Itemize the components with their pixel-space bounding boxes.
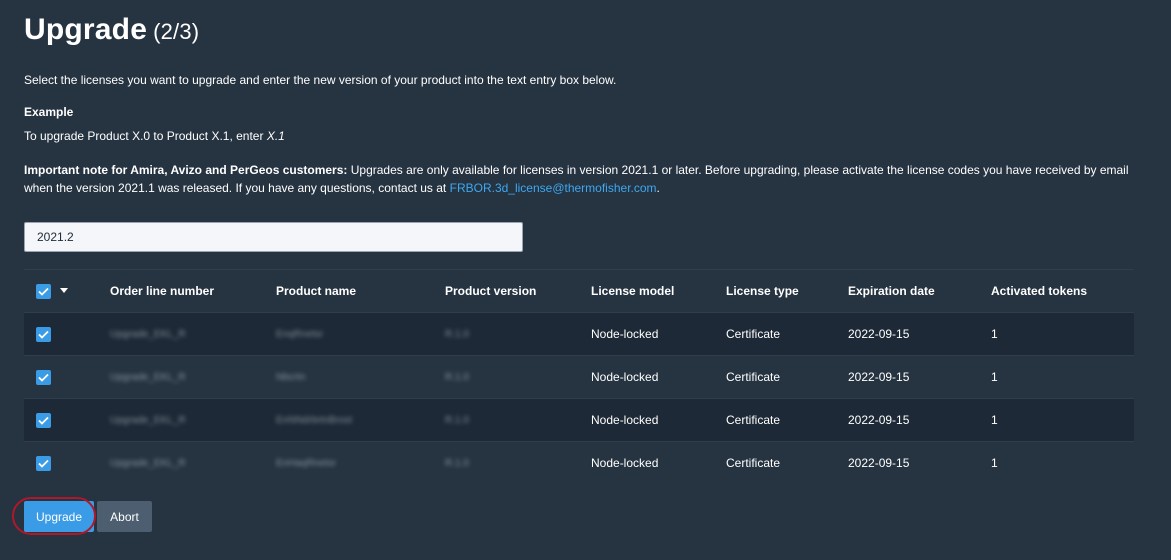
checkmark-icon [38,459,49,468]
checkmark-icon [38,373,49,382]
important-note-label: Important note for Amira, Avizo and PerG… [24,163,348,177]
license-type: Certificate [726,413,781,427]
order-line-number: Upgrade_EKL_R [110,415,186,426]
example-heading: Example [24,105,74,119]
column-header-product-version[interactable]: Product version [445,270,536,313]
expiration-date: 2022-09-15 [848,456,910,470]
important-note-end: . [656,181,660,195]
checkmark-icon [38,416,49,425]
product-name: EnqRnetsr [276,329,324,340]
activated-tokens: 1 [991,327,998,341]
important-note: Important note for Amira, Avizo and PerG… [24,161,1135,197]
row-checkbox[interactable] [36,370,51,385]
product-version: R.1.0 [445,458,469,469]
order-line-number: Upgrade_EKL_R [110,372,186,383]
page-title-text: Upgrade [24,13,148,46]
column-header-order-line[interactable]: Order line number [110,270,214,313]
product-name: EnHaqRnetsr [276,458,337,469]
example-value: X.1 [266,129,285,143]
license-type: Certificate [726,370,781,384]
table-header-row: Order line number Product name Product v… [24,269,1134,312]
product-name: EnNNdrbrtnBrost [276,415,353,426]
row-checkbox[interactable] [36,456,51,471]
table-row[interactable]: Upgrade_EKL_R Nbcrtn R.1.0 Node-locked C… [24,355,1134,398]
checkmark-icon [38,330,49,339]
step-indicator: (2/3) [153,19,200,44]
column-header-product-name[interactable]: Product name [276,270,356,313]
row-checkbox[interactable] [36,327,51,342]
table-row[interactable]: Upgrade_EKL_R EnNNdrbrtnBrost R.1.0 Node… [24,398,1134,441]
order-line-number: Upgrade_EKL_R [110,329,186,340]
license-type: Certificate [726,456,781,470]
expiration-date: 2022-09-15 [848,370,910,384]
order-line-number: Upgrade_EKL_R [110,458,186,469]
upgrade-page: Upgrade (2/3) Select the licenses you wan… [0,0,1171,560]
upgrade-button[interactable]: Upgrade [24,501,94,532]
table-row[interactable]: Upgrade_EKL_R EnHaqRnetsr R.1.0 Node-loc… [24,441,1134,484]
column-header-license-model[interactable]: License model [591,270,674,313]
product-version: R.1.0 [445,372,469,383]
license-type: Certificate [726,327,781,341]
example-text: To upgrade Product X.0 to Product X.1, e… [24,127,285,145]
support-email-link[interactable]: FRBOR.3d_license@thermofisher.com [450,181,657,195]
product-version: R.1.0 [445,415,469,426]
row-checkbox[interactable] [36,413,51,428]
license-model: Node-locked [591,413,659,427]
column-header-expiration-date[interactable]: Expiration date [848,270,935,313]
select-all-checkbox[interactable] [36,284,51,299]
version-input[interactable] [24,222,523,252]
license-model: Node-locked [591,327,659,341]
activated-tokens: 1 [991,370,998,384]
checkmark-icon [38,287,49,296]
expiration-date: 2022-09-15 [848,413,910,427]
activated-tokens: 1 [991,456,998,470]
select-all-control[interactable] [36,270,76,313]
product-name: Nbcrtn [276,372,306,383]
intro-text: Select the licenses you want to upgrade … [24,73,617,87]
activated-tokens: 1 [991,413,998,427]
expiration-date: 2022-09-15 [848,327,910,341]
abort-button[interactable]: Abort [97,501,152,532]
page-title: Upgrade (2/3) [24,10,199,52]
table-row[interactable]: Upgrade_EKL_R EnqRnetsr R.1.0 Node-locke… [24,312,1134,355]
column-header-activated-tokens[interactable]: Activated tokens [991,270,1087,313]
license-model: Node-locked [591,370,659,384]
example-text-prefix: To upgrade Product X.0 to Product X.1, e… [24,129,267,143]
caret-down-icon[interactable] [60,288,68,293]
licenses-table: Order line number Product name Product v… [24,269,1134,484]
column-header-license-type[interactable]: License type [726,270,799,313]
license-model: Node-locked [591,456,659,470]
product-version: R.1.0 [445,329,469,340]
